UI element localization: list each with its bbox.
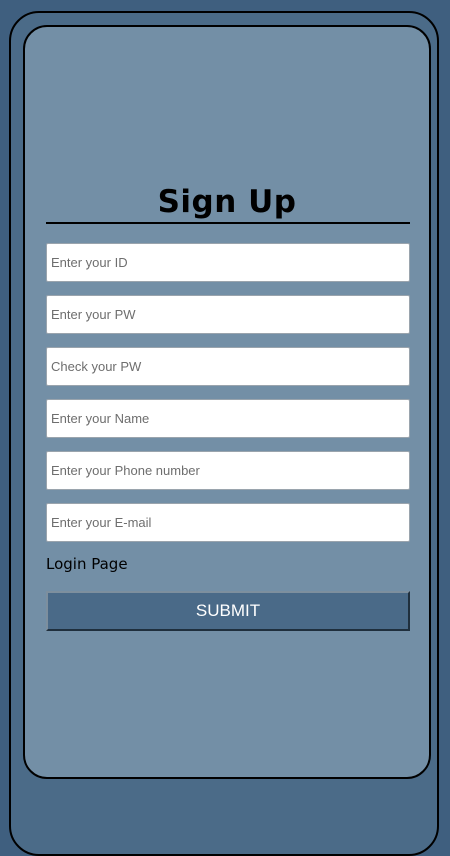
page-title: Sign Up (157, 184, 297, 220)
password-confirm-input[interactable] (46, 347, 410, 386)
submit-button[interactable]: SUBMIT (46, 591, 410, 631)
password-input[interactable] (46, 295, 410, 334)
login-page-link[interactable]: Login Page (46, 555, 128, 573)
device-frame: Sign Up Login Page SUBMIT (9, 11, 439, 856)
name-input[interactable] (46, 399, 410, 438)
id-input[interactable] (46, 243, 410, 282)
email-input[interactable] (46, 503, 410, 542)
phone-input[interactable] (46, 451, 410, 490)
title-divider (46, 222, 410, 224)
signup-screen: Sign Up Login Page SUBMIT (23, 25, 431, 779)
